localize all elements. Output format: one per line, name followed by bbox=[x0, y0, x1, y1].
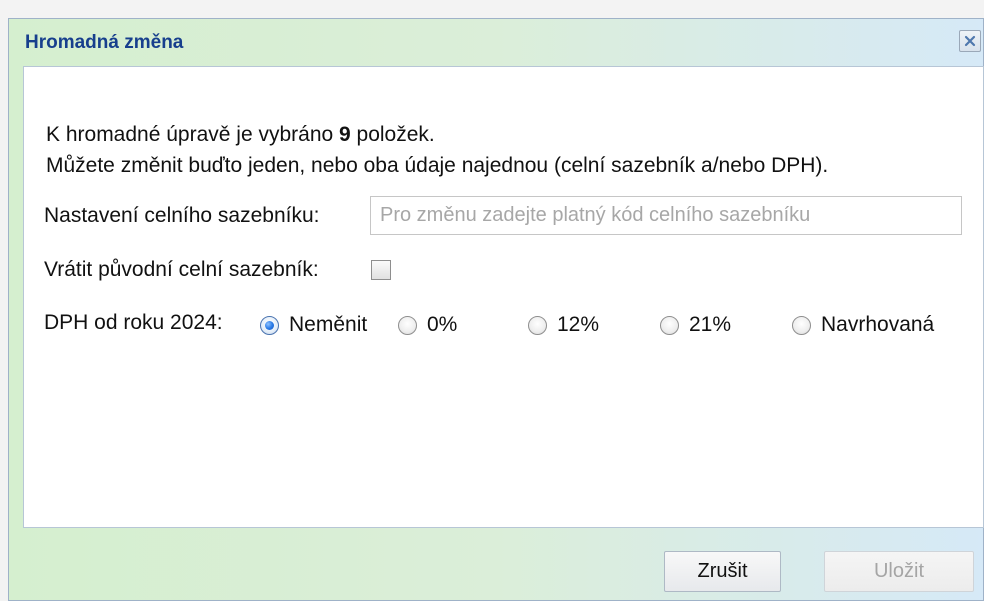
restore-tariff-label: Vrátit původní celní sazebník: bbox=[44, 258, 319, 281]
radio-icon bbox=[528, 315, 547, 335]
cancel-button[interactable]: Zrušit bbox=[664, 551, 781, 592]
selected-count: 9 bbox=[339, 123, 351, 146]
vat-option-nemenit-label: Neměnit bbox=[289, 313, 368, 336]
vat-option-navrhovana[interactable]: Navrhovaná bbox=[792, 311, 934, 339]
vat-option-0[interactable]: 0% bbox=[398, 311, 457, 339]
dialog-footer: Zrušit Uložit bbox=[9, 524, 983, 600]
restore-tariff-checkbox[interactable] bbox=[371, 260, 391, 280]
selection-suffix: položek. bbox=[350, 123, 435, 146]
selection-prefix: K hromadné úpravě je vybráno bbox=[46, 123, 340, 146]
close-icon bbox=[964, 35, 976, 47]
vat-option-12[interactable]: 12% bbox=[528, 311, 599, 339]
radio-icon bbox=[398, 315, 417, 335]
vat-option-12-label: 12% bbox=[557, 313, 600, 336]
radio-selected-icon bbox=[260, 315, 279, 335]
bulk-change-dialog: Hromadná změna K hromadné úpravě je vybr… bbox=[8, 18, 984, 601]
vat-option-navrhovana-label: Navrhovaná bbox=[821, 313, 935, 336]
vat-2024-radio-group: DPH od roku 2024: Neměnit 0% 12% 21% Nav… bbox=[24, 311, 983, 341]
close-button[interactable] bbox=[959, 30, 981, 52]
tariff-label: Nastavení celního sazebníku: bbox=[44, 204, 320, 227]
tariff-code-input[interactable] bbox=[370, 196, 962, 235]
dialog-content: K hromadné úpravě je vybráno 9 položek. … bbox=[23, 66, 984, 528]
selection-summary: K hromadné úpravě je vybráno 9 položek. bbox=[46, 119, 828, 150]
intro-text: K hromadné úpravě je vybráno 9 položek. … bbox=[46, 119, 828, 181]
vat-option-0-label: 0% bbox=[427, 313, 458, 336]
vat-option-21[interactable]: 21% bbox=[660, 311, 731, 339]
edit-instructions: Můžete změnit buďto jeden, nebo oba údaj… bbox=[46, 154, 829, 177]
vat-label: DPH od roku 2024: bbox=[44, 311, 223, 334]
dialog-title: Hromadná změna bbox=[25, 32, 184, 53]
radio-icon bbox=[792, 315, 811, 335]
vat-option-nemenit[interactable]: Neměnit bbox=[260, 311, 367, 339]
vat-option-21-label: 21% bbox=[689, 313, 732, 336]
radio-icon bbox=[660, 315, 679, 335]
dialog-titlebar: Hromadná změna bbox=[9, 19, 983, 65]
save-button[interactable]: Uložit bbox=[824, 551, 974, 592]
